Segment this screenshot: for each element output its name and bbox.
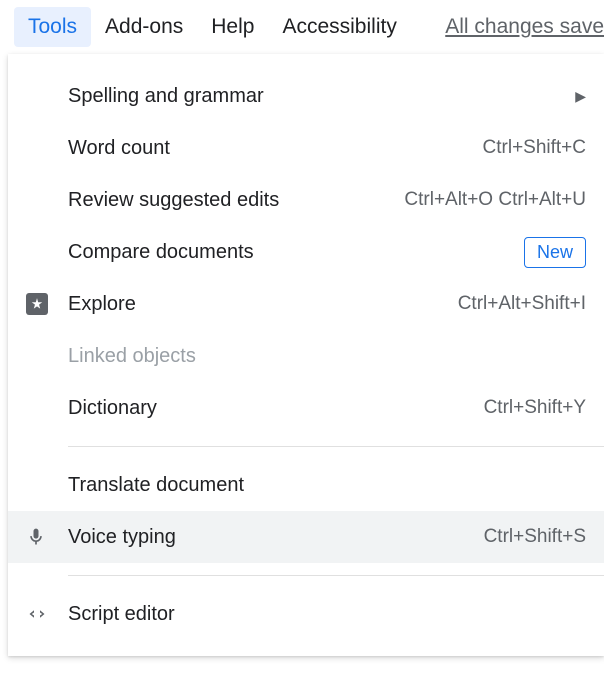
- menu-item-voice[interactable]: Voice typing Ctrl+Shift+S: [8, 511, 604, 563]
- menu-item-label: Compare documents: [68, 241, 524, 264]
- menu-item-dictionary[interactable]: Dictionary Ctrl+Shift+Y: [8, 382, 604, 434]
- menu-item-label: Linked objects: [68, 345, 586, 368]
- script-icon: [26, 605, 68, 623]
- menu-separator: [68, 446, 604, 447]
- menu-item-label: Voice typing: [68, 526, 484, 549]
- keyboard-shortcut: Ctrl+Shift+S: [484, 526, 586, 548]
- menu-item-review[interactable]: Review suggested edits Ctrl+Alt+O Ctrl+A…: [8, 174, 604, 226]
- tools-dropdown: Spelling and grammar ▶ Word count Ctrl+S…: [8, 54, 604, 656]
- menu-item-spelling[interactable]: Spelling and grammar ▶: [8, 70, 604, 122]
- menu-addons[interactable]: Add-ons: [91, 7, 197, 47]
- menu-item-label: Review suggested edits: [68, 189, 404, 212]
- menu-item-wordcount[interactable]: Word count Ctrl+Shift+C: [8, 122, 604, 174]
- menu-item-script[interactable]: Script editor: [8, 588, 604, 640]
- menu-item-linked: Linked objects: [8, 330, 604, 382]
- menu-tools[interactable]: Tools: [14, 7, 91, 47]
- menu-help[interactable]: Help: [197, 7, 268, 47]
- keyboard-shortcut: Ctrl+Shift+Y: [484, 397, 586, 419]
- keyboard-shortcut: Ctrl+Alt+O Ctrl+Alt+U: [404, 189, 586, 211]
- menu-item-label: Script editor: [68, 603, 586, 626]
- menu-item-label: Dictionary: [68, 397, 484, 420]
- menu-item-translate[interactable]: Translate document: [8, 459, 604, 511]
- explore-icon-slot: [26, 293, 68, 315]
- menu-item-compare[interactable]: Compare documents New: [8, 226, 604, 278]
- menu-bar: Tools Add-ons Help Accessibility All cha…: [0, 0, 604, 54]
- microphone-icon: [26, 525, 68, 549]
- menu-item-label: Word count: [68, 137, 483, 160]
- menu-separator: [68, 575, 604, 576]
- explore-icon: [26, 293, 48, 315]
- save-status[interactable]: All changes save: [431, 7, 604, 47]
- menu-item-label: Spelling and grammar: [68, 85, 575, 108]
- keyboard-shortcut: Ctrl+Shift+C: [483, 137, 586, 159]
- menu-item-label: Translate document: [68, 474, 586, 497]
- menu-item-explore[interactable]: Explore Ctrl+Alt+Shift+I: [8, 278, 604, 330]
- keyboard-shortcut: Ctrl+Alt+Shift+I: [458, 293, 586, 315]
- new-badge: New: [524, 237, 586, 268]
- submenu-arrow-icon: ▶: [575, 88, 586, 105]
- menu-item-label: Explore: [68, 293, 458, 316]
- menu-accessibility[interactable]: Accessibility: [268, 7, 410, 47]
